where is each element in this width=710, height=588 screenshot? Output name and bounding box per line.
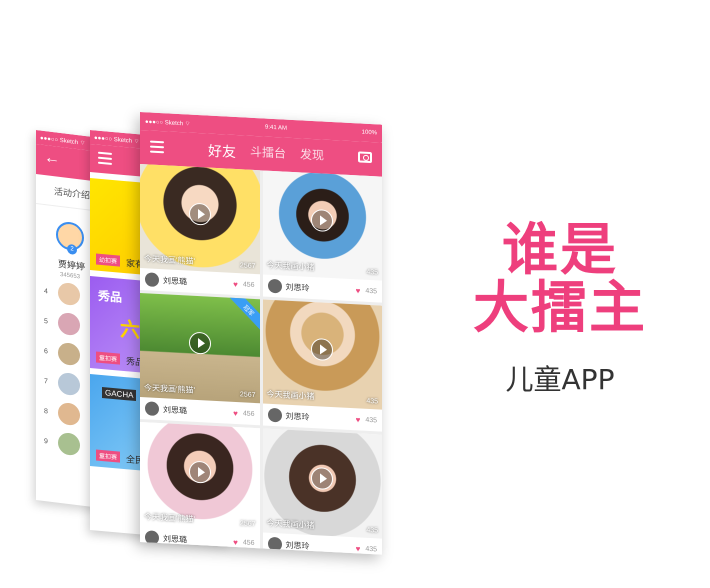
user-name[interactable]: 刘思璐 bbox=[163, 404, 229, 418]
tab-discover[interactable]: 发现 bbox=[300, 145, 324, 166]
user-name[interactable]: 刘思璐 bbox=[163, 275, 229, 289]
like-count: 435 bbox=[365, 416, 377, 424]
play-icon[interactable] bbox=[311, 337, 334, 361]
avatar bbox=[58, 281, 80, 307]
video-title: 今天我画'熊猫' bbox=[144, 254, 196, 266]
play-icon[interactable] bbox=[311, 208, 334, 232]
banner-title: 秀品 bbox=[98, 288, 123, 305]
hero-subtitle: 儿童APP bbox=[505, 363, 615, 396]
play-icon[interactable] bbox=[188, 460, 211, 484]
video-card[interactable]: 今天我画'熊猫' 2567 刘思璐 ♥ 456 bbox=[140, 164, 260, 297]
rank-number: 6 bbox=[44, 347, 48, 355]
rank-number: 8 bbox=[44, 407, 48, 415]
menu-icon[interactable] bbox=[150, 140, 164, 156]
video-grid: 今天我画'熊猫' 2567 刘思璐 ♥ 456 今天我画小猪 435 刘思玲 ♥… bbox=[140, 164, 382, 555]
user-name[interactable]: 刘思玲 bbox=[286, 539, 352, 553]
promo-stage: ●●●○○ Sketch ⌔ ← 活动介绍 2 贾婷婷 345653 4 5 6… bbox=[0, 0, 710, 588]
banner-tag: 童扣赛 bbox=[96, 449, 121, 463]
like-count: 456 bbox=[242, 280, 255, 289]
video-card[interactable]: 今天我画小猪 435 刘思玲 ♥ 435 bbox=[262, 428, 382, 555]
avatar[interactable] bbox=[145, 530, 159, 545]
avatar[interactable] bbox=[267, 407, 282, 423]
heart-icon[interactable]: ♥ bbox=[233, 408, 238, 417]
video-thumbnail[interactable]: 今天我画小猪 435 bbox=[262, 428, 382, 539]
play-icon[interactable] bbox=[188, 331, 211, 355]
video-thumbnail[interactable]: 今天我画小猪 435 bbox=[262, 170, 382, 281]
avatar[interactable] bbox=[145, 272, 159, 287]
like-count: 435 bbox=[365, 287, 377, 295]
rank-number: 7 bbox=[44, 377, 48, 385]
user-name[interactable]: 刘思玲 bbox=[286, 281, 352, 295]
play-icon[interactable] bbox=[188, 202, 211, 226]
tab-bar: 好友 斗擂台 发现 bbox=[208, 141, 324, 167]
heart-icon[interactable]: ♥ bbox=[356, 286, 361, 295]
like-count: 456 bbox=[242, 409, 255, 418]
hero-title-line2: 大擂主 bbox=[473, 276, 647, 341]
status-carrier: ●●●○○ Sketch ⌔ bbox=[145, 119, 191, 128]
avatar bbox=[58, 431, 80, 457]
video-title: 今天我画'熊猫' bbox=[144, 512, 196, 524]
video-thumbnail[interactable]: 今天我画'熊猫' 2567 bbox=[140, 164, 260, 275]
banner-tag: 幼扣赛 bbox=[96, 253, 121, 267]
rank-number: 4 bbox=[44, 287, 48, 295]
user-name[interactable]: 刘思璐 bbox=[163, 533, 229, 547]
view-count: 2567 bbox=[239, 520, 256, 529]
like-count: 435 bbox=[365, 545, 377, 553]
user-name[interactable]: 刘思玲 bbox=[286, 410, 352, 424]
view-count: 2567 bbox=[239, 262, 256, 271]
heart-icon[interactable]: ♥ bbox=[233, 279, 238, 288]
heart-icon[interactable]: ♥ bbox=[233, 537, 238, 546]
avatar bbox=[58, 341, 80, 367]
status-battery: 100% bbox=[361, 129, 377, 137]
video-title: 今天我画'熊猫' bbox=[144, 383, 196, 395]
arrow-left-icon[interactable]: ← bbox=[44, 149, 60, 168]
video-title: 今天我画小猪 bbox=[266, 389, 315, 402]
status-time: 9:41 AM bbox=[265, 124, 288, 132]
video-thumbnail[interactable]: 今天我画'熊猫' 2567 bbox=[140, 422, 260, 533]
video-card[interactable]: 今天我画'熊猫' 2567 冠军 刘思璐 ♥ 456 bbox=[140, 293, 260, 426]
avatar bbox=[58, 401, 80, 427]
video-card[interactable]: 今天我画'熊猫' 2567 刘思璐 ♥ 456 bbox=[140, 422, 260, 555]
view-count: 2567 bbox=[239, 391, 256, 400]
avatar[interactable] bbox=[145, 401, 159, 416]
video-card[interactable]: 今天我画小猪 435 刘思玲 ♥ 435 bbox=[262, 170, 382, 303]
view-count: 435 bbox=[366, 526, 378, 535]
tab-arena[interactable]: 斗擂台 bbox=[250, 143, 286, 165]
heart-icon[interactable]: ♥ bbox=[356, 415, 361, 424]
like-count: 456 bbox=[242, 538, 255, 547]
tab-friends[interactable]: 好友 bbox=[208, 141, 236, 162]
play-icon[interactable] bbox=[311, 466, 334, 490]
video-thumbnail[interactable]: 今天我画小猪 435 bbox=[262, 299, 382, 410]
heart-icon[interactable]: ♥ bbox=[356, 544, 361, 553]
video-title: 今天我画小猪 bbox=[266, 260, 315, 273]
banner-tag: 童扣赛 bbox=[96, 351, 121, 365]
view-count: 435 bbox=[366, 397, 378, 406]
rank-number: 9 bbox=[44, 437, 48, 445]
avatar[interactable] bbox=[267, 536, 282, 552]
hero-title-line1: 谁是 bbox=[502, 218, 618, 283]
view-count: 435 bbox=[366, 268, 378, 277]
rank-number: 5 bbox=[44, 317, 48, 325]
avatar bbox=[58, 371, 80, 397]
rank-badge: 2 bbox=[67, 243, 77, 256]
avatar[interactable]: 2 bbox=[56, 220, 84, 256]
avatar[interactable] bbox=[267, 278, 282, 294]
hero-title-block: 谁是 大擂主 儿童APP bbox=[460, 222, 660, 398]
video-feed-screen: ●●●○○ Sketch ⌔ 9:41 AM 100% 好友 斗擂台 发现 今天… bbox=[140, 112, 382, 555]
video-title: 今天我画小猪 bbox=[266, 518, 315, 531]
camera-icon[interactable] bbox=[358, 151, 372, 164]
video-thumbnail[interactable]: 今天我画'熊猫' 2567 冠军 bbox=[140, 293, 260, 404]
video-card[interactable]: 今天我画小猪 435 刘思玲 ♥ 435 bbox=[262, 299, 382, 432]
menu-icon[interactable] bbox=[98, 151, 112, 165]
champion-ribbon: 冠军 bbox=[226, 293, 260, 333]
avatar bbox=[58, 311, 80, 337]
